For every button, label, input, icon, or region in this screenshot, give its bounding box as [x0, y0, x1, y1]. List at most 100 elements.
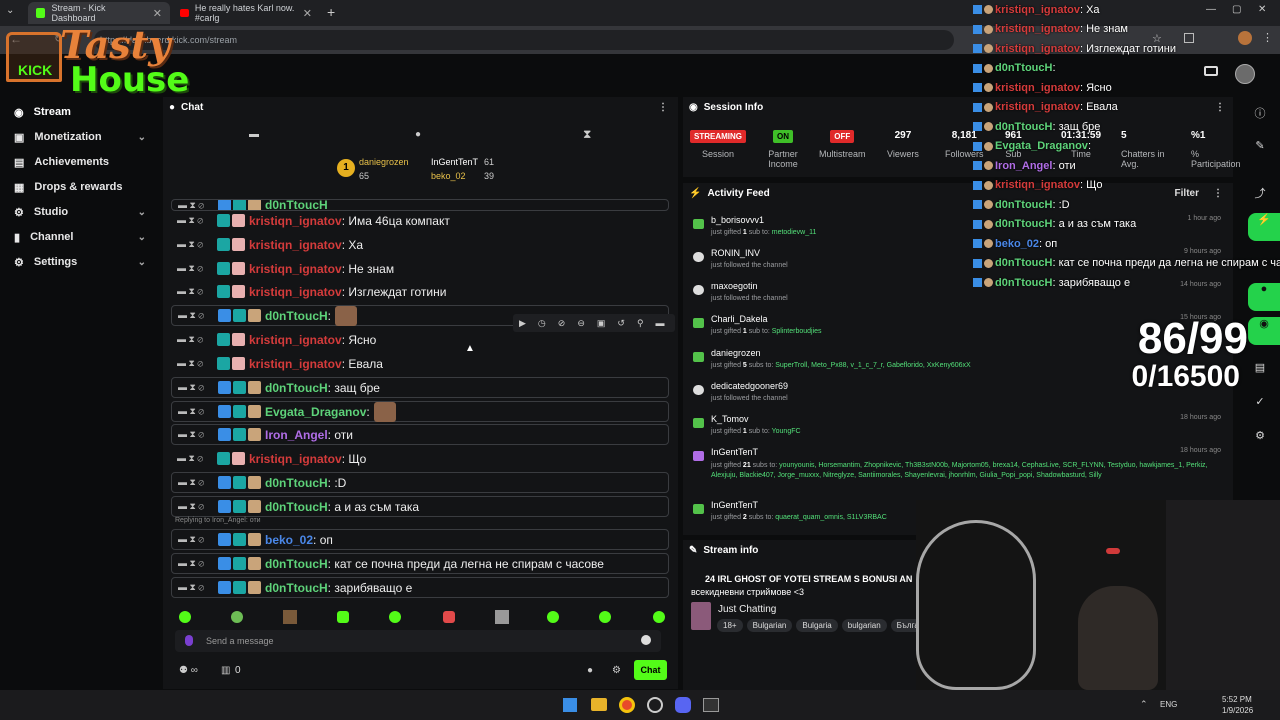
activity-user[interactable]: Charli_Dakela — [711, 314, 768, 324]
emote-icon[interactable] — [231, 611, 243, 623]
chat-message[interactable]: ▬ ⧗ ⊘ Evgata_Draganov: — [171, 401, 669, 422]
chrome-icon[interactable] — [619, 697, 635, 713]
close-tab-icon[interactable]: ✕ — [153, 7, 162, 20]
chat-username[interactable]: kristiqn_ignatov — [249, 285, 342, 299]
chat-username[interactable]: kristiqn_ignatov — [249, 357, 342, 371]
extensions-icon[interactable] — [1184, 33, 1194, 43]
message-mod-tools[interactable]: ▬ ⧗ ⊘ — [172, 534, 218, 545]
message-input[interactable]: Send a message — [175, 630, 661, 652]
camera-icon[interactable] — [1204, 66, 1218, 76]
activity-item[interactable]: K_Tomov just gifted 1 sub to: YoungFC 18 h… — [689, 412, 1227, 444]
terminal-icon[interactable] — [703, 698, 719, 712]
chat-message[interactable]: ▬ ⧗ ⊘ kristiqn_ignatov: Има 46ца компакт — [171, 210, 669, 231]
chat-message[interactable]: ▬ ⧗ ⊘ kristiqn_ignatov: Евала — [171, 353, 669, 374]
chat-username[interactable]: d0nTtoucH — [265, 309, 328, 323]
chat-message[interactable]: ▬ ⧗ ⊘ d0nTtoucH: зарибяващо е — [171, 577, 669, 598]
leader-user-1[interactable]: daniegrozen — [359, 157, 409, 167]
chat-message[interactable]: ▬ ⧗ ⊘ d0nTtoucH: защ бре — [171, 377, 669, 398]
activity-item[interactable]: maxoegotin just followed the channel 14 ho… — [689, 279, 1227, 311]
chat-username[interactable]: d0nTtoucH — [265, 557, 328, 571]
activity-recipients[interactable]: Splinterboudjies — [772, 328, 822, 335]
message-mod-tools[interactable]: ▬ ⧗ ⊘ — [172, 406, 218, 417]
sidebar-item-drops[interactable]: ▦ Drops & rewards — [0, 175, 160, 199]
sidebar-item-studio[interactable]: ⚙ Studio ⌄ — [0, 200, 160, 224]
close-window-icon[interactable]: ✕ — [1258, 4, 1266, 15]
chat-message[interactable]: ▬ ⧗ ⊘ beko_02: оп — [171, 529, 669, 550]
message-mod-tools[interactable]: ▬ ⧗ ⊘ — [171, 453, 217, 464]
close-tab-icon[interactable]: ✕ — [303, 7, 312, 20]
settings-icon[interactable]: ⚙ — [1252, 429, 1268, 445]
maximize-icon[interactable]: ▢ — [1232, 4, 1241, 15]
emote-icon[interactable] — [653, 611, 665, 623]
message-mod-tools[interactable]: ▬ ⧗ ⊘ — [172, 477, 218, 488]
play-icon[interactable]: ▶ — [519, 318, 526, 329]
message-mod-tools[interactable]: ▬ ⧗ ⊘ — [171, 215, 217, 226]
browser-tab-youtube[interactable]: He really hates Karl now. #carlg ✕ — [172, 2, 320, 24]
chat-bubble-icon[interactable]: ● — [415, 129, 421, 140]
chat-settings-bubble-icon[interactable]: ● — [587, 665, 593, 676]
activity-user[interactable]: dedicatedgooner69 — [711, 381, 788, 391]
chat-username[interactable]: Evgata_Draganov — [265, 405, 366, 419]
ban-icon[interactable]: ⊖ — [577, 318, 585, 329]
file-explorer-icon[interactable] — [591, 698, 607, 711]
stream-tag[interactable]: Bulgarian — [746, 619, 793, 632]
activity-recipients[interactable]: quaerat_quam_omnis, S1LV3RBAC — [775, 514, 887, 521]
broadcast-toggle-icon[interactable]: ◉ — [1248, 317, 1280, 345]
message-mod-tools[interactable]: ▬ ⧗ ⊘ — [172, 200, 218, 210]
slow-mode-icon[interactable]: ⧗ — [583, 127, 591, 142]
message-mod-tools[interactable]: ▬ ⧗ ⊘ — [172, 429, 218, 440]
pin-icon[interactable]: ⚲ — [637, 318, 644, 329]
chat-message[interactable]: ▬ ⧗ ⊘ d0nTtoucH: а и аз съм така — [171, 496, 669, 517]
emote-icon[interactable] — [547, 611, 559, 623]
emoji-icon[interactable] — [641, 635, 651, 645]
message-mod-tools[interactable]: ▬ ⧗ ⊘ — [172, 310, 218, 321]
message-mod-tools[interactable]: ▬ ⧗ ⊘ — [172, 558, 218, 569]
leader-user-2[interactable]: InGentTenT — [431, 157, 478, 167]
user-avatar[interactable] — [1235, 64, 1255, 84]
clock-icon[interactable]: ◷ — [538, 318, 546, 329]
info-icon[interactable]: ⓘ — [1252, 105, 1268, 121]
wrench-icon[interactable]: ✓ — [1252, 395, 1268, 411]
activity-user[interactable]: maxoegotin — [711, 281, 758, 291]
filter-button[interactable]: Filter — [1175, 188, 1199, 199]
message-mod-tools[interactable]: ▬ ⧗ ⊘ — [172, 582, 218, 593]
chat-username[interactable]: d0nTtoucH — [265, 581, 328, 595]
layout-icon[interactable]: ▤ — [1252, 361, 1268, 377]
chat-message[interactable]: ▬ ⧗ ⊘ kristiqn_ignatov: Не знам — [171, 258, 669, 279]
emote-icon[interactable] — [179, 611, 191, 623]
stream-tag[interactable]: Bulgaria — [796, 619, 838, 632]
sidebar-item-monetization[interactable]: ▣ Monetization ⌄ — [0, 125, 160, 149]
chat-username[interactable]: Iron_Angel — [265, 428, 328, 442]
sidebar-item-settings[interactable]: ⚙ Settings ⌄ — [0, 250, 160, 274]
chat-message[interactable]: ▬ ⧗ ⊘ kristiqn_ignatov: Що — [171, 448, 669, 469]
activity-user[interactable]: K_Tomov — [711, 414, 749, 424]
activity-item[interactable]: b_borisovvv1 just gifted 1 sub to: metodi… — [689, 213, 1227, 245]
chat-username[interactable]: kristiqn_ignatov — [249, 333, 342, 347]
clock-time[interactable]: 5:52 PM — [1222, 695, 1252, 704]
message-mod-tools[interactable]: ▬ ⧗ ⊘ — [171, 358, 217, 369]
activity-user[interactable]: InGentTenT — [711, 500, 758, 510]
emote-icon[interactable] — [599, 611, 611, 623]
chat-message[interactable]: ▬ ⧗ ⊘ kristiqn_ignatov: Ясно — [171, 329, 669, 350]
activity-recipients[interactable]: younyounis, Horsemantim, Zhopnikevic, Th… — [711, 462, 1208, 479]
clock-date[interactable]: 1/9/2026 — [1222, 706, 1253, 715]
start-icon[interactable] — [563, 698, 577, 712]
chat-menu-icon[interactable]: ⋮ — [658, 102, 668, 113]
chat-username[interactable]: kristiqn_ignatov — [249, 262, 342, 276]
session-menu-icon[interactable]: ⋮ — [1215, 102, 1225, 113]
activity-item[interactable]: InGentTenT just gifted 21 subs to: younyo… — [689, 445, 1227, 497]
activity-recipients[interactable]: SuperTroll, Meto_Px88, v_1_c_7_r, Gabefl… — [775, 362, 970, 369]
chat-message[interactable]: ▬ ⧗ ⊘ Iron_Angel: оти — [171, 424, 669, 445]
message-mod-tools[interactable]: ▬ ⧗ ⊘ — [171, 239, 217, 250]
sidebar-item-channel[interactable]: ▮ Channel ⌄ — [0, 225, 160, 249]
microphone-icon[interactable] — [185, 635, 193, 646]
emote-icon[interactable] — [283, 610, 297, 624]
chat-username[interactable]: d0nTtoucH — [265, 476, 328, 490]
chat-toggle-icon[interactable]: ● — [1248, 283, 1280, 311]
activity-menu-icon[interactable]: ⋮ — [1213, 188, 1223, 199]
chat-message[interactable]: ▬ ⧗ ⊘ kristiqn_ignatov: Ха — [171, 234, 669, 255]
minimize-icon[interactable]: — — [1206, 4, 1216, 15]
activity-user[interactable]: b_borisovvv1 — [711, 215, 764, 225]
emote-icon[interactable] — [389, 611, 401, 623]
emote-icon[interactable] — [337, 611, 349, 623]
